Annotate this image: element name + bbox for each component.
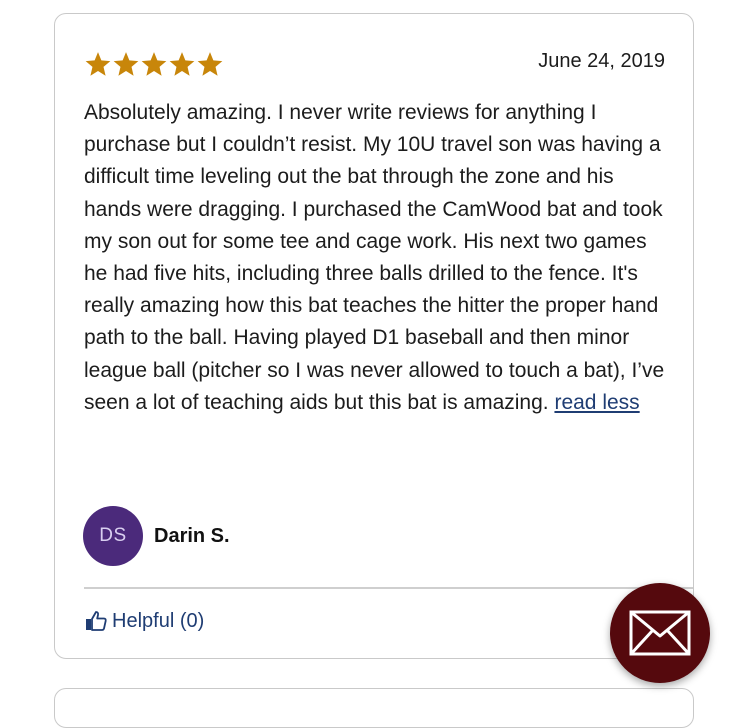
review-card: June 24, 2019 Absolutely amazing. I neve…	[54, 13, 694, 659]
reviewer: DS Darin S.	[83, 506, 230, 566]
star-icon	[141, 52, 167, 76]
review-text: Absolutely amazing. I never write review…	[84, 101, 665, 414]
review-date: June 24, 2019	[538, 50, 665, 72]
next-review-card	[54, 688, 694, 728]
star-icon	[197, 52, 223, 76]
helpful-button[interactable]: Helpful (0)	[84, 609, 204, 633]
star-icon	[113, 52, 139, 76]
review-body: Absolutely amazing. I never write review…	[84, 97, 674, 419]
envelope-icon	[629, 610, 691, 656]
helpful-label: Helpful (0)	[112, 609, 205, 632]
divider	[84, 587, 693, 589]
star-rating	[85, 51, 223, 77]
read-less-link[interactable]: read less	[554, 391, 639, 414]
reviewer-name: Darin S.	[154, 524, 230, 547]
contact-button[interactable]	[610, 583, 710, 683]
star-icon	[169, 52, 195, 76]
star-icon	[85, 52, 111, 76]
thumbs-up-icon	[86, 611, 107, 631]
avatar: DS	[83, 506, 143, 566]
